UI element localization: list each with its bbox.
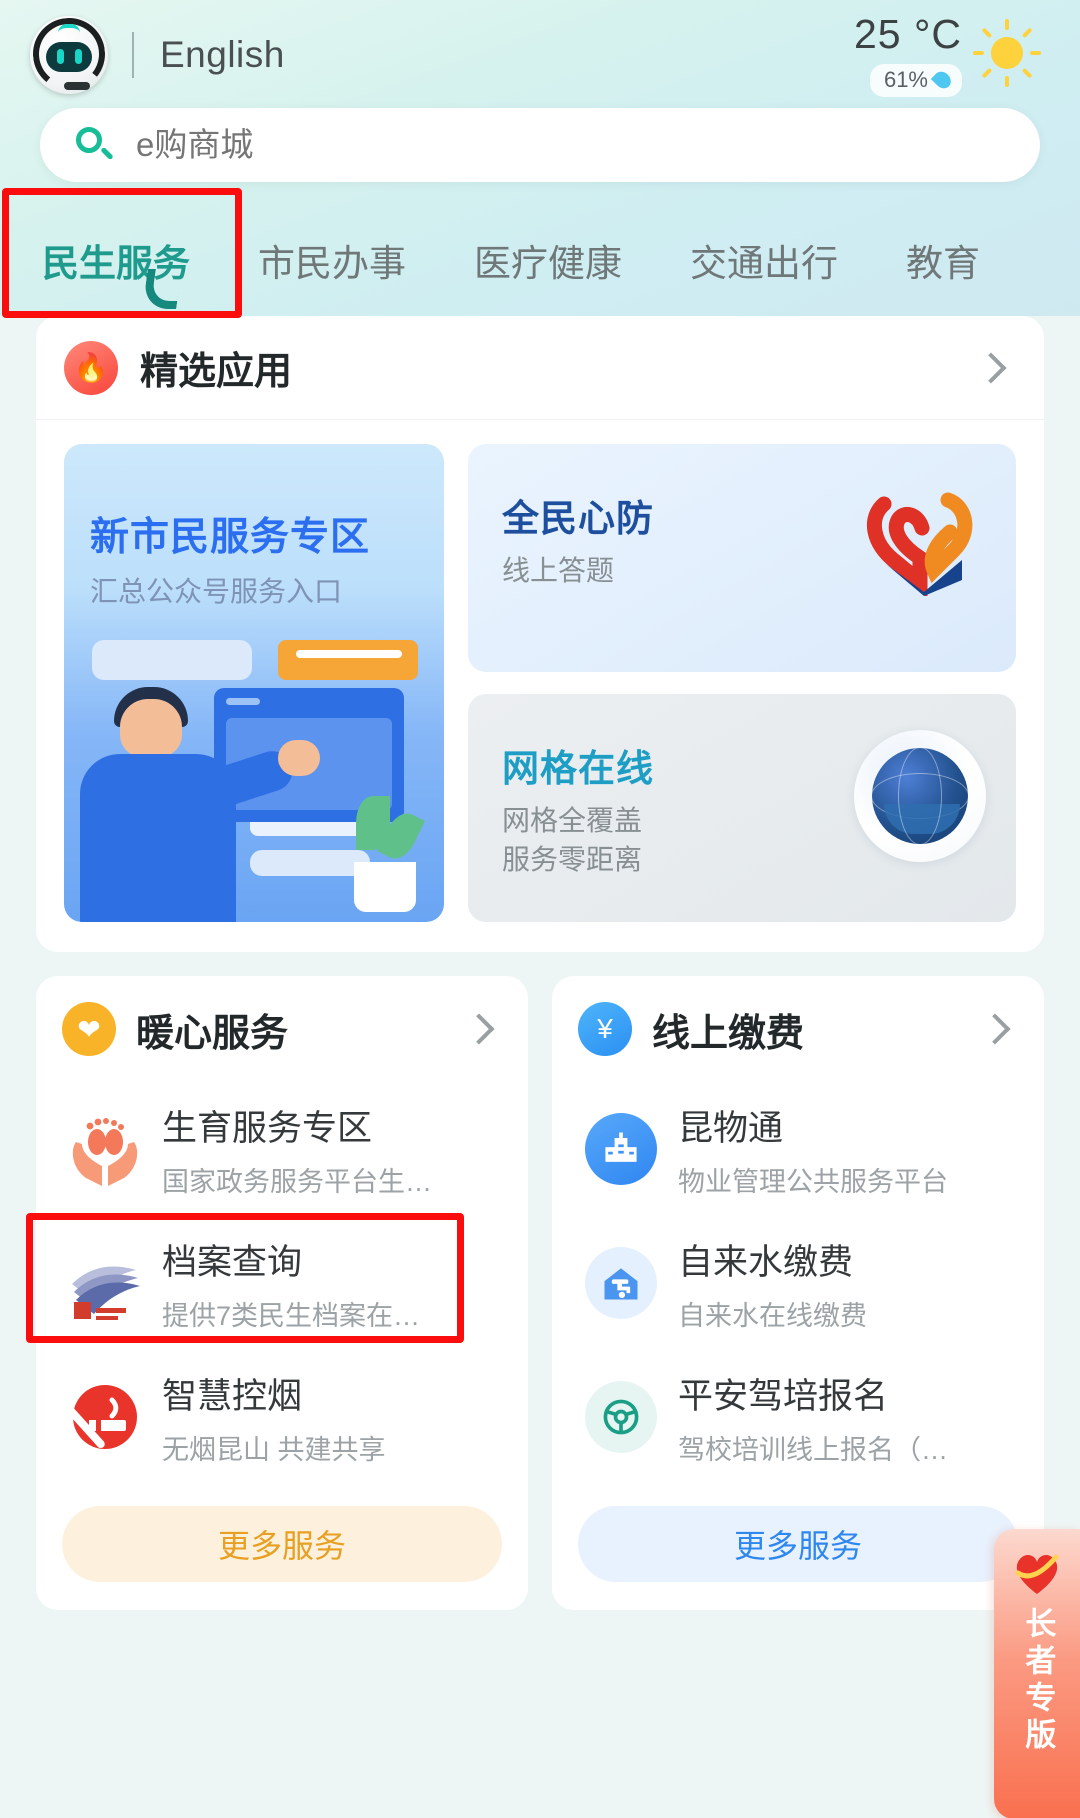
active-tab-underline-icon — [142, 269, 182, 309]
service-item-driving-school[interactable]: 平安驾培报名 驾校培训线上报名（… — [552, 1350, 1044, 1484]
header-top-bar: English 25 °C 61% — [0, 0, 1080, 110]
globe-logo — [854, 730, 986, 862]
online-payment-title: 线上缴费 — [652, 1012, 805, 1055]
service-name: 自来水缴费 — [678, 1242, 854, 1282]
banner-new-citizen-zone[interactable]: 新市民服务专区 汇总公众号服务入口 — [64, 444, 444, 922]
featured-apps-title: 精选应用 — [140, 351, 293, 393]
search-icon — [74, 125, 114, 165]
featured-apps-header[interactable]: 🔥 精选应用 — [36, 316, 1044, 420]
chevron-right-icon[interactable] — [463, 1013, 495, 1045]
humidity-value: 61% — [883, 66, 928, 92]
money-bag-badge-icon: ¥ — [578, 1002, 632, 1056]
warm-services-title: 暖心服务 — [136, 1012, 289, 1055]
service-columns: ❤ 暖心服务 生育服务专区 国家政务服务平台生… 档案查询 提供7类民生档案在…… — [0, 976, 1080, 1610]
heart-ribbon-logo — [867, 492, 973, 596]
online-payment-header[interactable]: ¥ 线上缴费 — [552, 976, 1044, 1082]
service-desc: 提供7类民生档案在… — [162, 1300, 421, 1331]
building-icon — [578, 1106, 664, 1192]
water-tap-house-icon — [578, 1240, 664, 1326]
banner-quanmin-xinfang[interactable]: 全民心防 线上答题 — [468, 444, 1016, 672]
tab-jiaotong-chuxing[interactable]: 交通出行 — [656, 233, 872, 287]
warm-services-header[interactable]: ❤ 暖心服务 — [36, 976, 528, 1082]
language-switcher[interactable]: English — [160, 34, 285, 76]
app-header: English 25 °C 61% e购商城 民生服务 市民办事 医疗健康 交通… — [0, 0, 1080, 316]
elder-mode-label: 长者专版 — [1020, 1607, 1056, 1755]
search-input[interactable] — [136, 126, 936, 164]
robot-avatar-icon[interactable] — [29, 14, 109, 94]
header-divider — [132, 32, 134, 78]
hands-baby-feet-icon — [62, 1106, 148, 1192]
chevron-right-icon[interactable] — [979, 1013, 1011, 1045]
archive-files-icon — [62, 1240, 148, 1326]
service-desc: 国家政务服务平台生… — [162, 1166, 432, 1197]
warm-services-column: ❤ 暖心服务 生育服务专区 国家政务服务平台生… 档案查询 提供7类民生档案在…… — [36, 976, 528, 1610]
chevron-right-icon[interactable] — [975, 351, 1007, 384]
fire-badge-icon: 🔥 — [64, 340, 118, 395]
service-name: 生育服务专区 — [162, 1108, 373, 1148]
temperature-value: 25 °C — [853, 10, 962, 57]
elder-mode-button[interactable]: 长者专版 — [994, 1529, 1080, 1818]
search-bar[interactable] — [40, 108, 1040, 182]
service-item-smart-smoking-control[interactable]: 智慧控烟 无烟昆山 共建共享 — [36, 1350, 528, 1484]
banner-wangge-zaixian[interactable]: 网格在线 网格全覆盖 服务零距离 — [468, 694, 1016, 922]
service-desc: 驾校培训线上报名（… — [678, 1434, 948, 1465]
humidity-badge: 61% — [869, 63, 962, 97]
category-tabs: 民生服务 市民办事 医疗健康 交通出行 教育 — [0, 205, 1080, 315]
service-desc: 无烟昆山 共建共享 — [162, 1434, 386, 1465]
service-desc: 物业管理公共服务平台 — [678, 1166, 948, 1197]
service-item-water-bill[interactable]: 自来水缴费 自来水在线缴费 — [552, 1216, 1044, 1350]
service-item-birth-zone[interactable]: 生育服务专区 国家政务服务平台生… — [36, 1082, 528, 1216]
tab-shimin-banshi[interactable]: 市民办事 — [224, 233, 440, 287]
sun-icon — [970, 16, 1044, 90]
steering-wheel-icon — [578, 1374, 664, 1460]
tab-jiaoyu[interactable]: 教育 — [872, 233, 1014, 287]
water-drop-icon — [930, 67, 955, 92]
service-name: 智慧控烟 — [162, 1376, 303, 1416]
service-item-archive-query[interactable]: 档案查询 提供7类民生档案在… — [36, 1216, 528, 1350]
service-name: 平安驾培报名 — [678, 1376, 889, 1416]
service-name: 昆物通 — [678, 1108, 784, 1148]
featured-banner-row: 新市民服务专区 汇总公众号服务入口 全民心防 线上答题 网格在线 网格全覆盖 服… — [36, 420, 1044, 952]
service-name: 档案查询 — [162, 1242, 303, 1282]
tab-minsheng-fuwu[interactable]: 民生服务 — [36, 233, 224, 309]
no-smoking-icon — [62, 1374, 148, 1460]
heart-badge-icon: ❤ — [62, 1002, 116, 1056]
main-content: 🔥 精选应用 新市民服务专区 汇总公众号服务入口 全民心防 线上答题 网格在线 … — [0, 316, 1080, 1818]
tab-yiliao-jiankang[interactable]: 医疗健康 — [440, 233, 656, 287]
warm-services-more-button[interactable]: 更多服务 — [62, 1506, 502, 1582]
heart-ribbon-icon — [1015, 1554, 1059, 1594]
service-desc: 自来水在线缴费 — [678, 1300, 867, 1331]
banner-illustration — [64, 444, 444, 922]
online-payment-column: ¥ 线上缴费 昆物通 物业管理公共服务平台 自来水缴费 自来水在线缴费 平安驾培… — [552, 976, 1044, 1610]
featured-apps-card: 🔥 精选应用 新市民服务专区 汇总公众号服务入口 全民心防 线上答题 网格在线 … — [36, 316, 1044, 952]
weather-widget[interactable]: 25 °C 61% — [853, 10, 1052, 97]
online-payment-more-button[interactable]: 更多服务 — [578, 1506, 1018, 1582]
service-item-kunwutong[interactable]: 昆物通 物业管理公共服务平台 — [552, 1082, 1044, 1216]
